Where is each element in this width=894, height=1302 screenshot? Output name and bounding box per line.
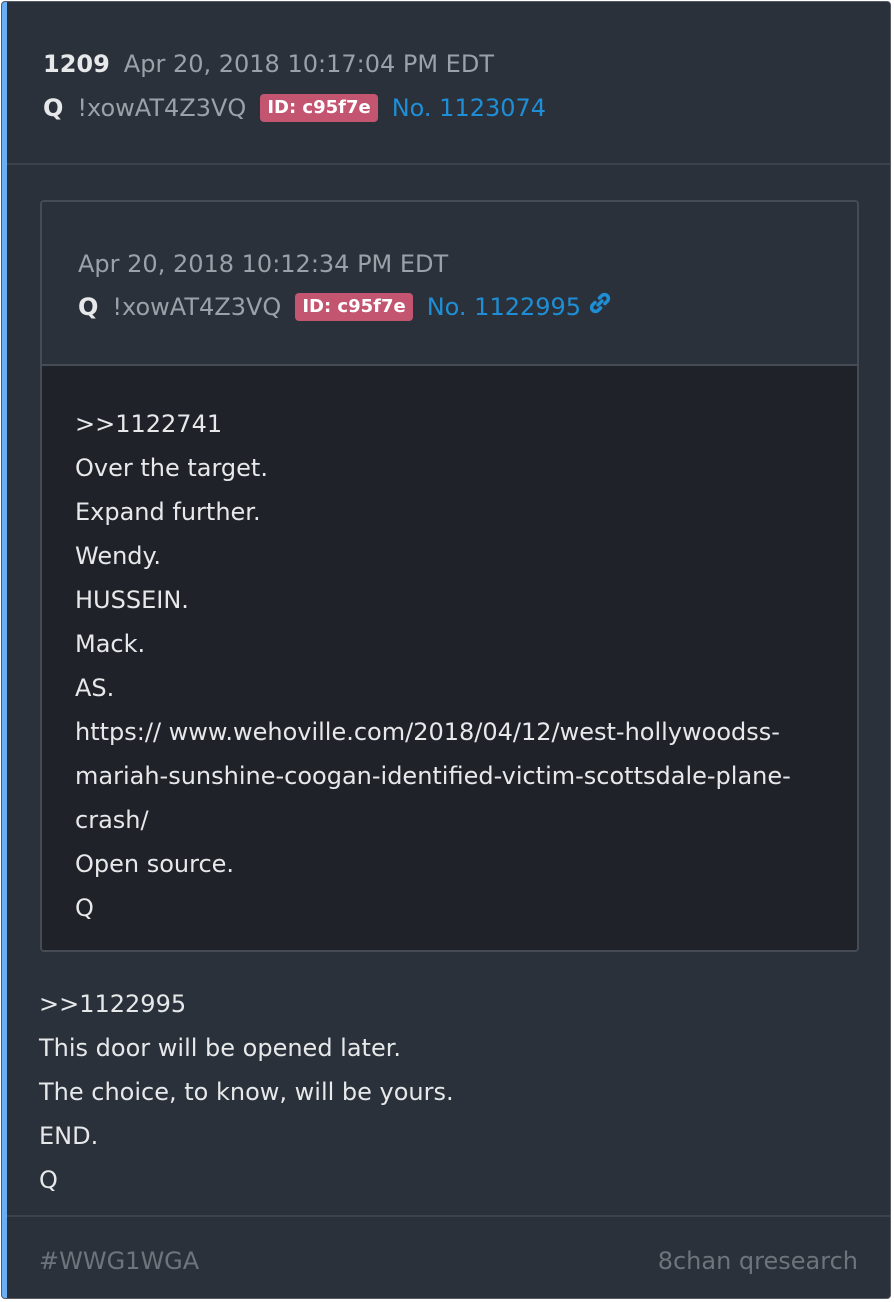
quoted-text-line: mariah-sunshine-coogan-identified-victim… <box>75 762 791 790</box>
link-icon[interactable] <box>587 290 613 316</box>
quoted-post-meta: Apr 20, 2018 10:12:34 PM EDT <box>78 246 448 282</box>
body-text-line: This door will be opened later. <box>39 1034 402 1062</box>
quoted-text-line: AS. <box>75 674 115 702</box>
quoted-text-line: Wendy. <box>75 542 161 570</box>
quoted-post-timestamp: Apr 20, 2018 10:12:34 PM EDT <box>78 250 449 278</box>
quoted-text-line: Expand further. <box>75 498 261 526</box>
post-id-badge: ID: c95f7e <box>260 94 378 122</box>
quoted-post-id-badge: ID: c95f7e <box>295 293 413 321</box>
quoted-text-line: Mack. <box>75 630 146 658</box>
post-tripcode: !xowAT4Z3VQ <box>77 94 247 122</box>
post-author: Q <box>43 94 64 122</box>
quoted-post-text: >>1122741 Over the target. Expand further.… <box>75 402 827 930</box>
quoted-text-line: Over the target. <box>75 454 268 482</box>
post-body-text: >>1122995 This door will be opened later.… <box>39 982 860 1202</box>
quoted-text-line: https:// www.wehoville.com/2018/04/12/we… <box>75 718 780 746</box>
footer-hashtag[interactable]: #WWG1WGA <box>39 1243 199 1279</box>
link-icon-svg <box>589 292 611 314</box>
quoted-text-line: >>1122741 <box>75 410 223 438</box>
body-text-line: >>1122995 <box>39 990 187 1018</box>
post-meta: 1209 Apr 20, 2018 10:17:04 PM EDT <box>43 46 494 82</box>
post-card: 1209 Apr 20, 2018 10:17:04 PM EDT Q !xowA… <box>1 1 891 1299</box>
quoted-post-author-line: Q !xowAT4Z3VQ ID: c95f7e No. 1122995 <box>78 289 613 325</box>
quoted-post-author: Q <box>78 293 99 321</box>
quoted-text-line: crash/ <box>75 806 149 834</box>
body-text-line: The choice, to know, will be yours. <box>39 1078 454 1106</box>
card-accent-bar <box>2 2 7 1298</box>
footer-source: 8chan qresearch <box>657 1247 858 1275</box>
quoted-post-header: Apr 20, 2018 10:12:34 PM EDT Q !xowAT4Z3… <box>42 202 857 366</box>
post-number-link[interactable]: No. 1123074 <box>392 90 546 126</box>
post-footer: #WWG1WGA 8chan qresearch <box>7 1215 890 1298</box>
quoted-post: Apr 20, 2018 10:12:34 PM EDT Q !xowAT4Z3… <box>40 200 859 952</box>
quoted-post-number-link[interactable]: No. 1122995 <box>427 289 581 325</box>
quoted-text-line: Q <box>75 894 94 922</box>
post-number: 1209 <box>43 50 110 78</box>
post-author-line: Q !xowAT4Z3VQ ID: c95f7e No. 1123074 <box>43 90 546 126</box>
body-text-line: END. <box>39 1122 99 1150</box>
body-text-line: Q <box>39 1166 58 1194</box>
quoted-post-body: >>1122741 Over the target. Expand further.… <box>42 366 857 950</box>
post-header: 1209 Apr 20, 2018 10:17:04 PM EDT Q !xowA… <box>7 2 890 165</box>
quoted-text-line: HUSSEIN. <box>75 586 189 614</box>
quoted-post-tripcode: !xowAT4Z3VQ <box>112 293 282 321</box>
quoted-text-line: Open source. <box>75 850 235 878</box>
post-timestamp: Apr 20, 2018 10:17:04 PM EDT <box>123 50 494 78</box>
